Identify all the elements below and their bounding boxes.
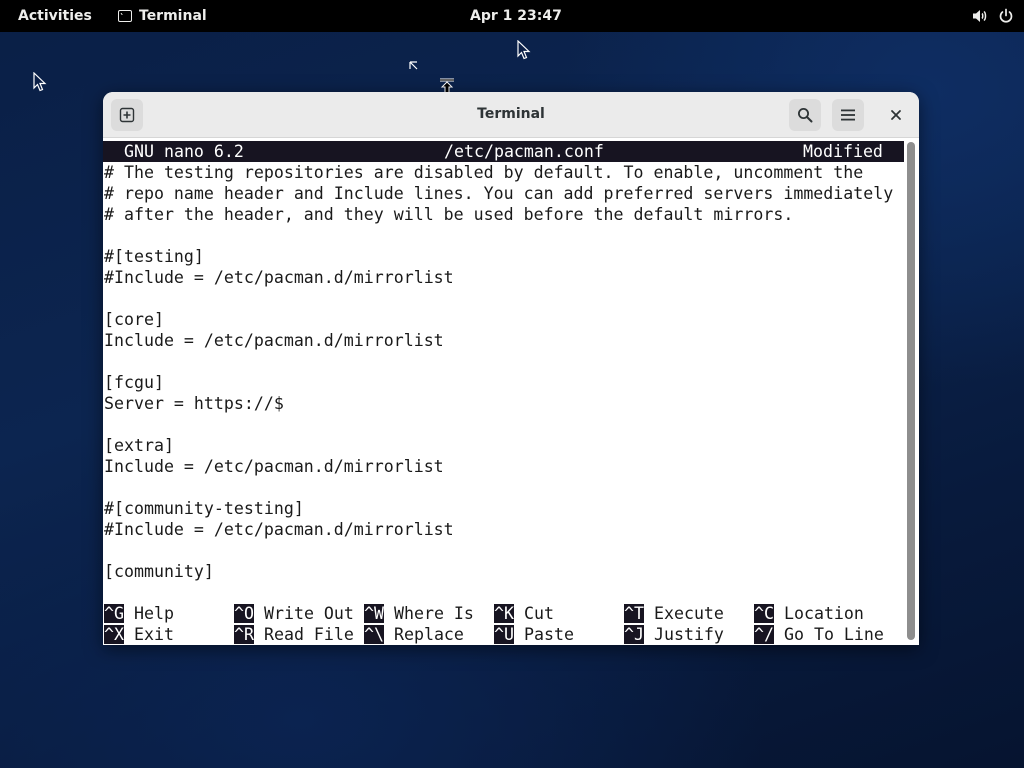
shortcut-item: ^G Help	[104, 603, 174, 624]
scrollbar[interactable]	[907, 142, 915, 640]
editor-line[interactable]: Include = /etc/pacman.d/mirrorlist	[104, 456, 444, 477]
close-icon	[891, 110, 901, 120]
shortcut-label: Where Is	[393, 604, 474, 623]
hamburger-menu-icon	[841, 109, 855, 121]
system-tray[interactable]	[972, 0, 1014, 32]
shortcut-item: ^K Cut	[494, 603, 554, 624]
shortcut-item: ^U Paste	[494, 624, 574, 645]
shortcut-key: ^/	[754, 625, 774, 644]
shortcut-label: Cut	[523, 604, 554, 623]
shortcut-label: Paste	[523, 625, 574, 644]
editor-line[interactable]: Server = https://$	[104, 393, 284, 414]
editor-line[interactable]: [core]	[104, 309, 164, 330]
shortcut-item: ^T Execute	[624, 603, 724, 624]
app-menu-label: Terminal	[139, 8, 207, 24]
shortcut-label: Read File	[263, 625, 354, 644]
shortcut-item: ^C Location	[754, 603, 864, 624]
shortcut-item: ^/ Go To Line	[754, 624, 884, 645]
terminal-app-icon	[118, 10, 132, 22]
shortcut-key: ^G	[104, 604, 124, 623]
editor-line[interactable]: [community]	[104, 561, 214, 582]
search-icon	[798, 108, 813, 123]
editor-line[interactable]: #Include = /etc/pacman.d/mirrorlist	[104, 519, 454, 540]
shortcut-label: Help	[133, 604, 174, 623]
new-tab-button[interactable]	[111, 99, 143, 131]
shortcut-label: Execute	[653, 604, 724, 623]
shortcut-item: ^X Exit	[104, 624, 174, 645]
shortcut-key: ^T	[624, 604, 644, 623]
shortcut-key: ^\	[364, 625, 384, 644]
mouse-pointer-icon	[33, 72, 47, 92]
editor-line[interactable]: # repo name header and Include lines. Yo…	[104, 183, 893, 204]
scrollbar-thumb[interactable]	[907, 142, 915, 640]
new-tab-icon	[119, 107, 135, 123]
shortcut-label: Write Out	[263, 604, 354, 623]
terminal-content[interactable]: GNU nano 6.2 /etc/pacman.conf Modified #…	[103, 138, 919, 645]
shortcut-label: Go To Line	[783, 625, 884, 644]
nano-filename: /etc/pacman.conf	[444, 142, 604, 161]
app-menu-button[interactable]: Terminal	[112, 0, 213, 32]
shortcut-label: Justify	[653, 625, 724, 644]
power-icon[interactable]	[998, 8, 1014, 24]
shortcut-label: Exit	[133, 625, 174, 644]
shortcut-key: ^X	[104, 625, 124, 644]
header-bar[interactable]: Terminal	[103, 92, 919, 138]
shortcut-item: ^J Justify	[624, 624, 724, 645]
shortcut-key: ^J	[624, 625, 644, 644]
editor-line[interactable]: #[testing]	[104, 246, 204, 267]
menu-button[interactable]	[832, 99, 864, 131]
shortcut-key: ^U	[494, 625, 514, 644]
shortcut-key: ^C	[754, 604, 774, 623]
search-button[interactable]	[789, 99, 821, 131]
editor-line[interactable]: [fcgu]	[104, 372, 164, 393]
mouse-pointer-icon	[517, 40, 531, 60]
top-bar: Activities Terminal Apr 1 23:47	[0, 0, 1024, 32]
shortcut-key: ^K	[494, 604, 514, 623]
nano-version: GNU nano 6.2	[124, 142, 244, 161]
shortcut-label: Replace	[393, 625, 464, 644]
editor-line[interactable]: [extra]	[104, 435, 174, 456]
shortcut-key: ^O	[234, 604, 254, 623]
terminal-window: Terminal GNU nano 6.2 /etc/pacman.conf M…	[103, 92, 919, 645]
shortcut-item: ^\ Replace	[364, 624, 464, 645]
shortcut-item: ^W Where Is	[364, 603, 474, 624]
shortcut-item: ^O Write Out	[234, 603, 354, 624]
activities-button[interactable]: Activities	[8, 0, 102, 32]
editor-line[interactable]: #Include = /etc/pacman.d/mirrorlist	[104, 267, 454, 288]
nano-status: Modified	[803, 142, 883, 161]
editor-line[interactable]: # The testing repositories are disabled …	[104, 162, 863, 183]
volume-icon[interactable]	[972, 8, 988, 24]
editor-line[interactable]: Include = /etc/pacman.d/mirrorlist	[104, 330, 444, 351]
shortcut-key: ^R	[234, 625, 254, 644]
shortcut-label: Location	[783, 604, 864, 623]
editor-line[interactable]: # after the header, and they will be use…	[104, 204, 793, 225]
shortcut-item: ^R Read File	[234, 624, 354, 645]
close-button[interactable]	[880, 99, 912, 131]
shortcut-key: ^W	[364, 604, 384, 623]
clock-button[interactable]: Apr 1 23:47	[462, 0, 570, 32]
nano-title-bar: GNU nano 6.2 /etc/pacman.conf Modified	[103, 141, 904, 162]
resize-corner-icon	[409, 61, 418, 70]
editor-line[interactable]: #[community-testing]	[104, 498, 304, 519]
